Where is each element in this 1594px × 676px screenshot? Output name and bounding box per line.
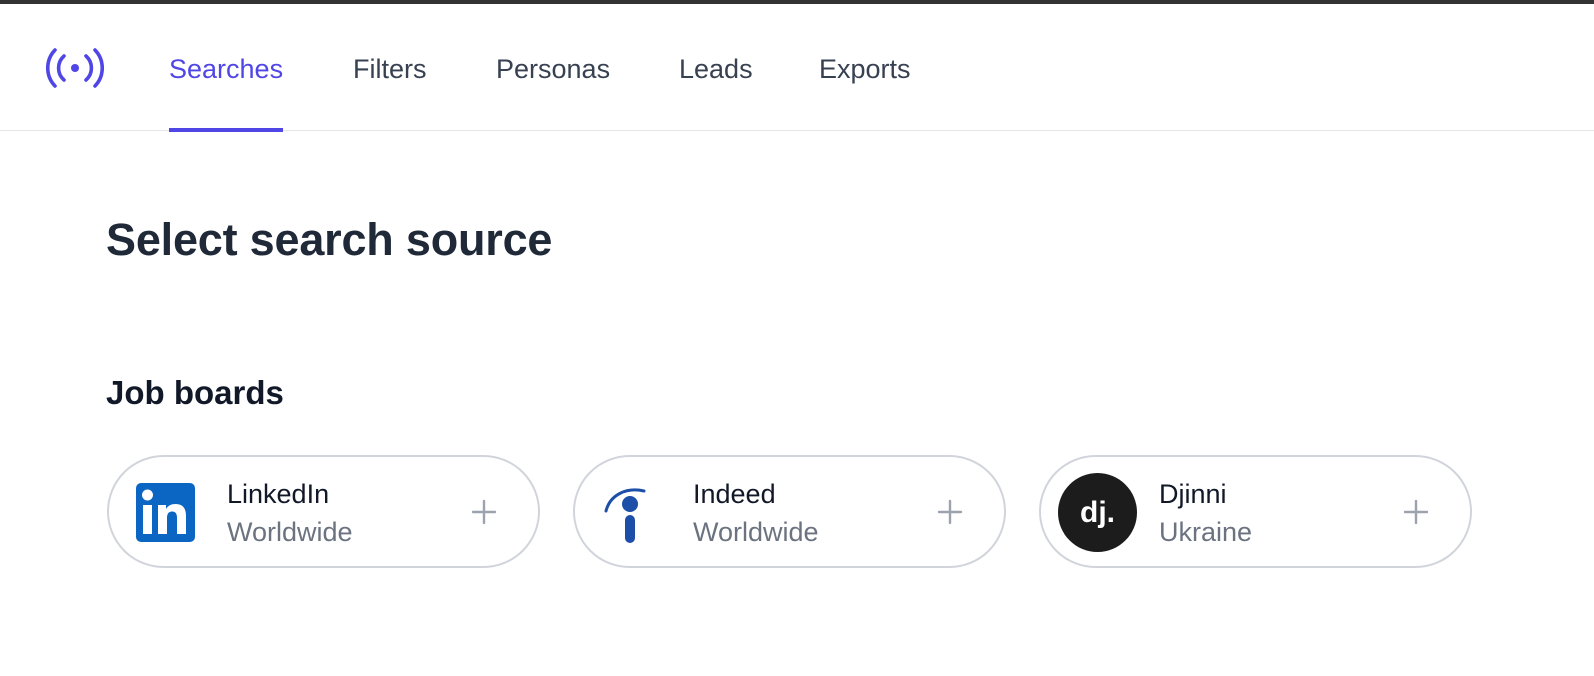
- tab-exports[interactable]: Exports: [819, 4, 911, 131]
- tab-filters[interactable]: Filters: [353, 4, 427, 131]
- source-region: Worldwide: [227, 517, 353, 547]
- source-name: LinkedIn: [227, 479, 330, 509]
- source-name: Djinni: [1159, 479, 1227, 509]
- indeed-logo: [604, 488, 646, 543]
- tab-leads[interactable]: Leads: [679, 4, 753, 131]
- tab-label: Exports: [819, 54, 911, 84]
- djinni-logo: dj.: [1058, 473, 1137, 552]
- plus-icon[interactable]: [1402, 498, 1430, 526]
- tab-label: Searches: [169, 54, 284, 84]
- tab-label: Personas: [496, 54, 611, 84]
- tab-label: Filters: [353, 54, 427, 84]
- broadcast-icon[interactable]: [45, 46, 105, 90]
- djinni-logo-text: dj.: [1080, 495, 1115, 529]
- source-card-djinni[interactable]: dj. Djinni Ukraine: [1039, 455, 1472, 568]
- tab-personas[interactable]: Personas: [496, 4, 610, 131]
- source-region: Ukraine: [1159, 517, 1253, 547]
- plus-icon[interactable]: [936, 498, 964, 526]
- tab-searches[interactable]: Searches: [169, 4, 284, 132]
- source-region: Worldwide: [693, 517, 819, 547]
- tab-label: Leads: [679, 54, 753, 84]
- source-name: Indeed: [693, 479, 776, 509]
- source-card-linkedin[interactable]: LinkedIn Worldwide: [107, 455, 540, 568]
- linkedin-logo: [136, 483, 195, 542]
- plus-icon[interactable]: [470, 498, 498, 526]
- source-card-indeed[interactable]: Indeed Worldwide: [573, 455, 1006, 568]
- page-title: Select search source: [106, 214, 553, 265]
- section-title-job-boards: Job boards: [106, 374, 284, 411]
- top-nav: Searches Filters Personas Leads Exports: [0, 4, 1594, 132]
